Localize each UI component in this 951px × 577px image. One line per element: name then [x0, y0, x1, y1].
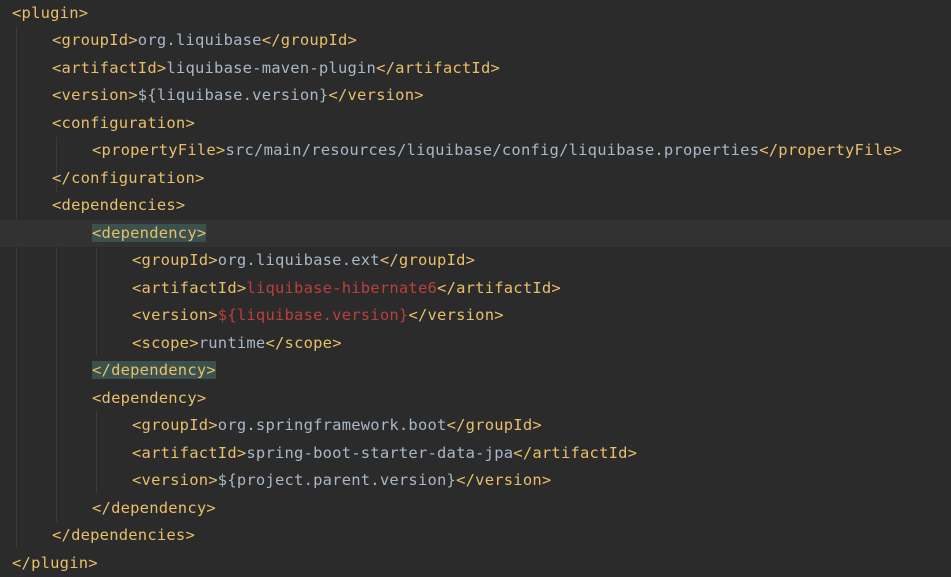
closing-tag: </groupId>: [261, 31, 358, 49]
opening-tag: <groupId>: [132, 251, 218, 269]
closing-tag: </scope>: [265, 333, 342, 352]
code-line[interactable]: <version>${liquibase.version}</version>: [0, 302, 951, 330]
code-line[interactable]: <scope>runtime</scope>: [0, 330, 951, 358]
opening-tag: <plugin>: [12, 3, 89, 22]
opening-tag: <dependency>: [92, 388, 207, 407]
code-line[interactable]: </dependency>: [0, 357, 951, 385]
code-line[interactable]: <dependencies>: [0, 192, 951, 220]
opening-tag: <configuration>: [52, 113, 195, 132]
opening-tag: <version>: [132, 471, 218, 489]
closing-tag: </artifactId>: [513, 443, 638, 462]
code-line[interactable]: </configuration>: [0, 165, 951, 193]
code-line[interactable]: <groupId>org.liquibase</groupId>: [0, 27, 951, 55]
element-value: src/main/resources/liquibase/config/liqu…: [225, 141, 760, 159]
opening-tag: <scope>: [132, 333, 199, 352]
closing-tag: </version>: [456, 471, 552, 489]
closing-tag: </artifactId>: [376, 58, 501, 77]
code-line[interactable]: </dependency>: [0, 495, 951, 523]
code-line[interactable]: <artifactId>liquibase-hibernate6</artifa…: [0, 275, 951, 303]
code-line[interactable]: <propertyFile>src/main/resources/liquiba…: [0, 137, 951, 165]
element-value: org.liquibase.ext: [217, 251, 380, 269]
element-value: ${project.parent.version}: [217, 471, 457, 489]
closing-tag: </propertyFile>: [759, 141, 903, 159]
opening-tag: <artifactId>: [132, 443, 247, 462]
code-line[interactable]: <groupId>org.liquibase.ext</groupId>: [0, 247, 951, 275]
code-editor[interactable]: <plugin> <groupId>org.liquibase</groupId>…: [0, 0, 951, 577]
code-line[interactable]: <groupId>org.springframework.boot</group…: [0, 412, 951, 440]
code-line[interactable]: </dependencies>: [0, 522, 951, 550]
opening-tag: <dependencies>: [52, 196, 186, 214]
opening-tag: <version>: [52, 86, 138, 104]
code-line[interactable]: <configuration>: [0, 110, 951, 138]
opening-tag: <dependency>: [92, 223, 207, 242]
element-value: runtime: [198, 333, 266, 352]
closing-tag: </dependency>: [92, 361, 216, 379]
opening-tag: <artifactId>: [132, 278, 247, 297]
opening-tag: <groupId>: [52, 31, 138, 49]
opening-tag: <version>: [132, 306, 218, 324]
opening-tag: <propertyFile>: [92, 141, 226, 159]
element-value: org.springframework.boot: [217, 416, 447, 434]
unresolved-value: liquibase-hibernate6: [246, 278, 438, 297]
closing-tag: </groupId>: [379, 251, 476, 269]
code-line[interactable]: <artifactId>liquibase-maven-plugin</arti…: [0, 55, 951, 83]
code-line[interactable]: <version>${project.parent.version}</vers…: [0, 467, 951, 495]
closing-tag: </version>: [328, 86, 424, 104]
element-value: spring-boot-starter-data-jpa: [246, 443, 514, 462]
opening-tag: <artifactId>: [52, 58, 167, 77]
closing-tag: </artifactId>: [437, 278, 561, 297]
element-value: org.liquibase: [137, 31, 262, 49]
opening-tag: <groupId>: [132, 416, 218, 434]
code-line[interactable]: <artifactId>spring-boot-starter-data-jpa…: [0, 440, 951, 468]
unresolved-value: ${liquibase.version}: [217, 306, 409, 324]
code-line[interactable]: <plugin>: [0, 0, 951, 27]
code-line[interactable]: <dependency>: [0, 385, 951, 413]
closing-tag: </plugin>: [12, 553, 98, 572]
closing-tag: </groupId>: [446, 416, 542, 434]
code-line[interactable]: <dependency>: [0, 219, 951, 247]
element-value: liquibase-maven-plugin: [166, 58, 377, 77]
code-line[interactable]: </plugin>: [0, 550, 951, 577]
element-value: ${liquibase.version}: [137, 86, 329, 104]
closing-tag: </configuration>: [52, 168, 205, 187]
closing-tag: </dependencies>: [52, 526, 195, 544]
closing-tag: </version>: [408, 306, 504, 324]
closing-tag: </dependency>: [92, 498, 216, 517]
code-line[interactable]: <version>${liquibase.version}</version>: [0, 82, 951, 110]
